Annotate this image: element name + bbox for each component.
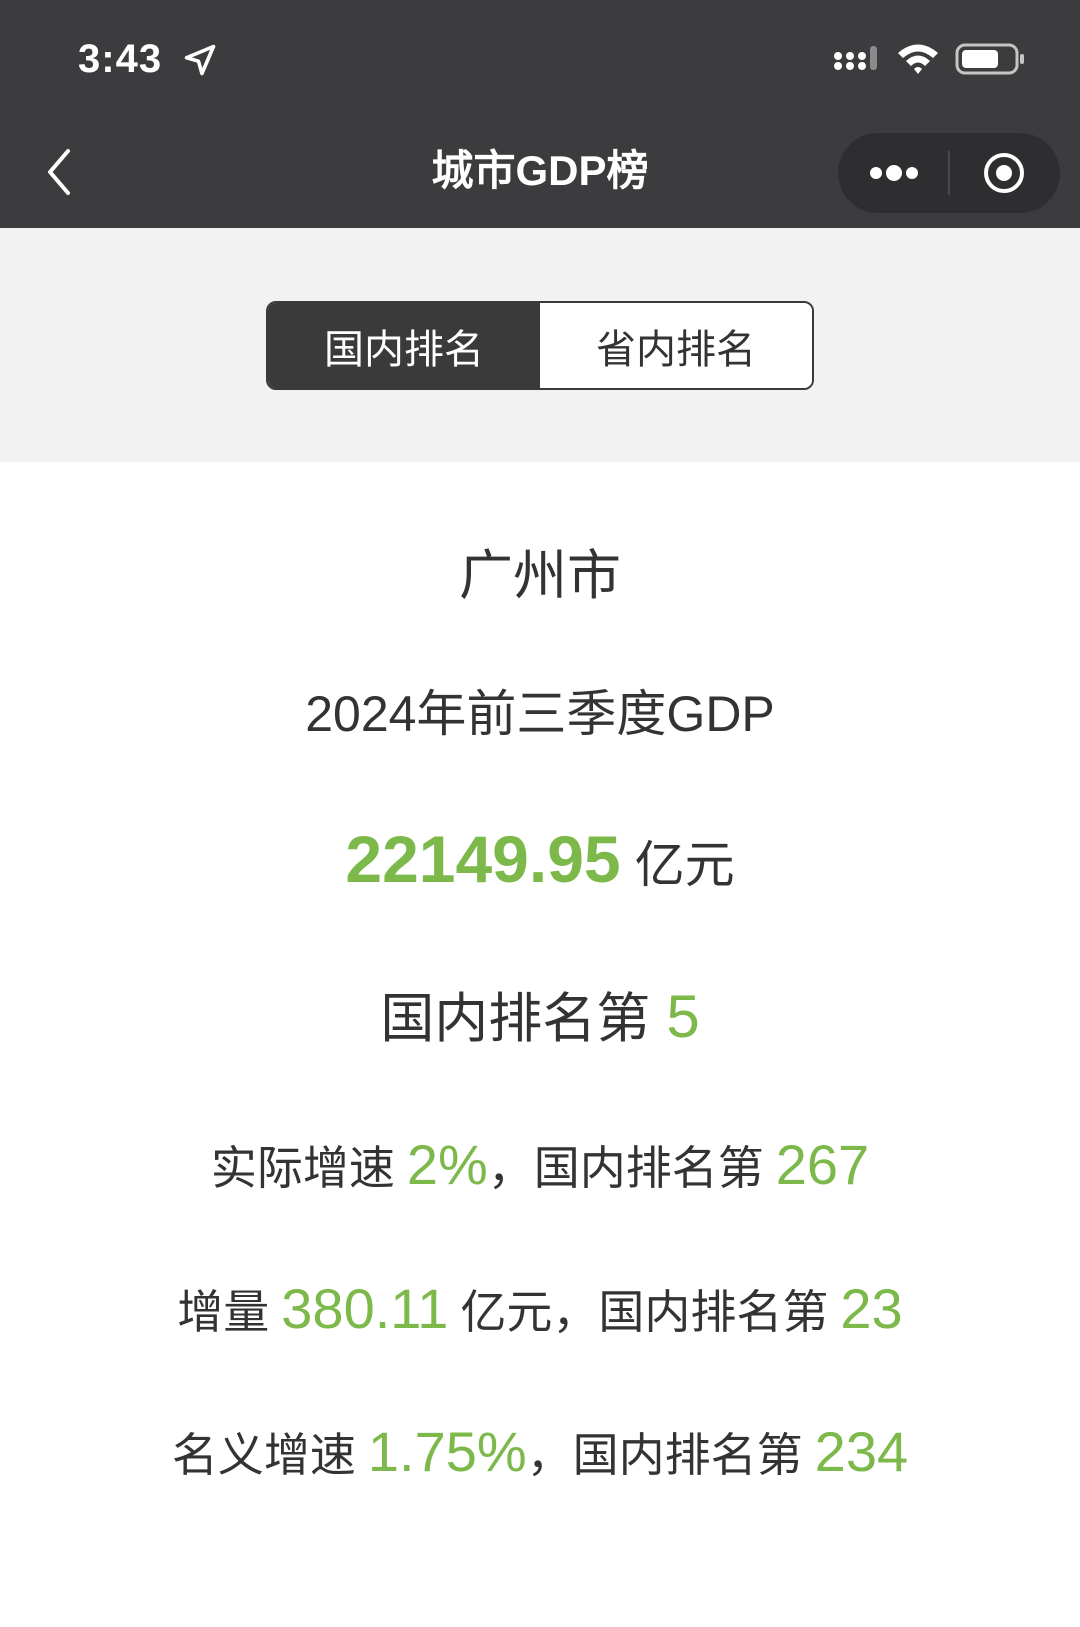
nominal-growth-rank-prefix: 国内排名第 (572, 1429, 803, 1481)
increment-separator: ， (552, 1286, 599, 1338)
nominal-growth-label: 名义增速 (171, 1429, 356, 1481)
battery-icon (955, 43, 1024, 75)
capsule-divider (948, 151, 950, 195)
real-growth-separator: ， (487, 1142, 534, 1194)
gdp-value: 22149.95 (345, 822, 621, 896)
real-growth-rank-prefix: 国内排名第 (533, 1142, 764, 1194)
increment-line: 增量 380.11 亿元，国内排名第 23 (0, 1264, 1080, 1354)
city-name: 广州市 (459, 546, 621, 606)
national-rank-value: 5 (666, 983, 700, 1050)
signal-icon (834, 46, 877, 70)
back-chevron-icon[interactable] (36, 145, 86, 199)
tab-national-ranking[interactable]: 国内排名 (268, 303, 540, 388)
wifi-icon (898, 44, 938, 74)
increment-unit: 亿元 (460, 1286, 553, 1338)
national-rank-line: 国内排名第 5 (0, 972, 1080, 1062)
period-label: 2024年前三季度GDP (305, 686, 775, 742)
nav-bar: 城市GDP榜 (0, 115, 1080, 228)
nominal-growth-separator: ， (526, 1429, 573, 1481)
real-growth-label: 实际增速 (210, 1142, 395, 1194)
status-time: 3:43 (78, 37, 163, 81)
page-title: 城市GDP榜 (431, 147, 649, 194)
nominal-growth-line: 名义增速 1.75%，国内排名第 234 (0, 1407, 1080, 1497)
nominal-growth-rank: 234 (814, 1420, 909, 1483)
national-rank-prefix: 国内排名第 (380, 989, 651, 1049)
increment-value: 380.11 (281, 1277, 449, 1340)
nominal-growth-value: 1.75% (367, 1420, 527, 1483)
real-growth-value: 2% (406, 1133, 488, 1196)
increment-rank: 23 (840, 1277, 903, 1340)
increment-label: 增量 (177, 1286, 270, 1338)
gdp-unit: 亿元 (634, 837, 735, 893)
status-bar: 3:43 (0, 0, 1080, 115)
real-growth-rank: 267 (775, 1133, 870, 1196)
more-dots-icon[interactable] (856, 145, 932, 201)
increment-rank-prefix: 国内排名第 (598, 1286, 829, 1338)
tab-provincial-ranking[interactable]: 省内排名 (540, 303, 812, 388)
real-growth-line: 实际增速 2%，国内排名第 267 (0, 1120, 1080, 1210)
mini-program-capsule (838, 133, 1060, 213)
tab-area: 国内排名 省内排名 (0, 228, 1080, 462)
ranking-tabs: 国内排名 省内排名 (266, 301, 814, 390)
target-circle-icon[interactable] (972, 145, 1036, 201)
gdp-line: 22149.95 亿元 (0, 814, 1080, 904)
location-arrow-icon (184, 44, 216, 76)
